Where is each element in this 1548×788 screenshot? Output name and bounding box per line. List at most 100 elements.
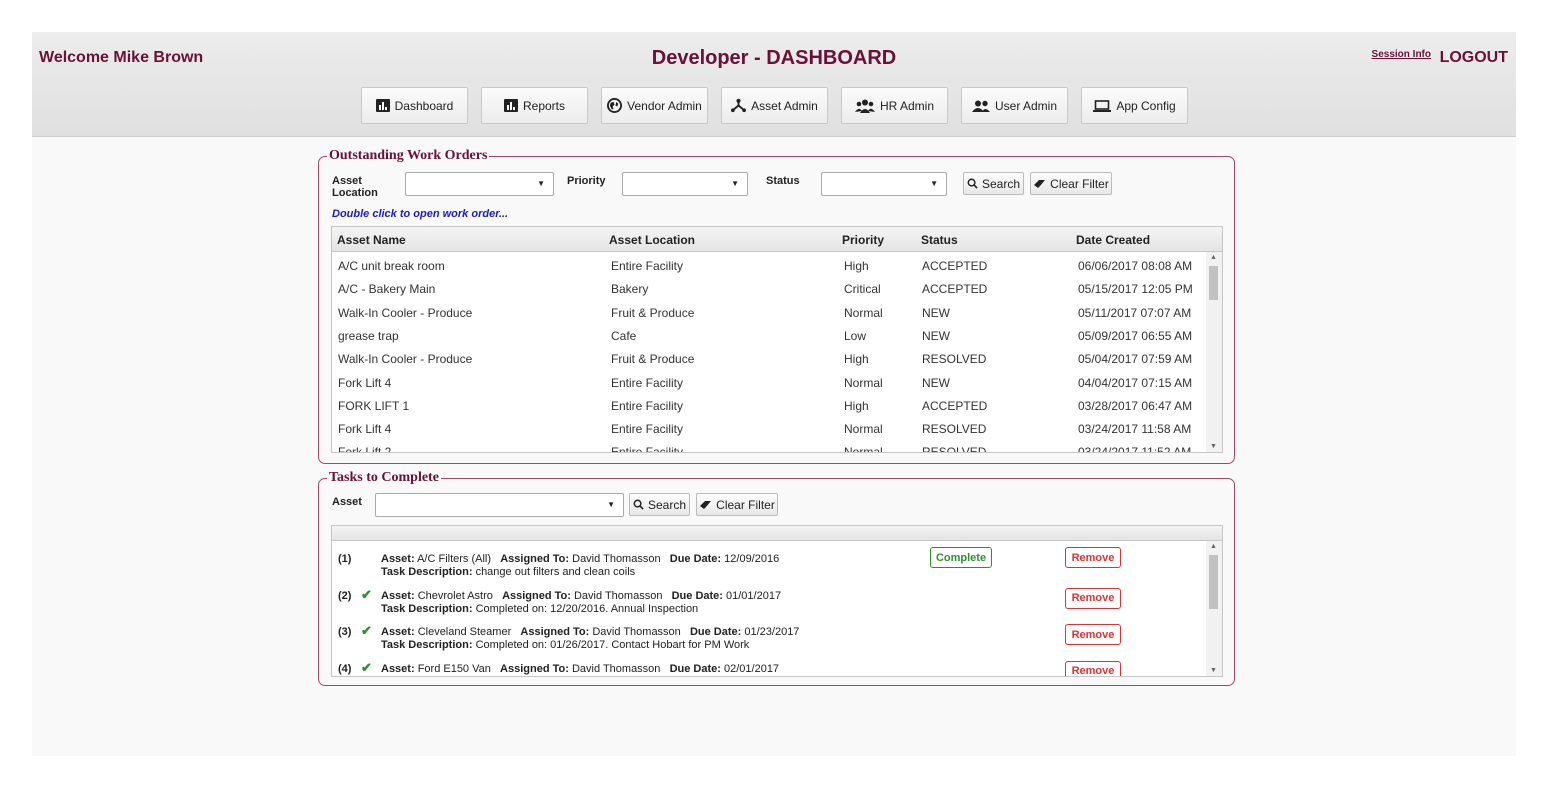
nav-user-admin-label: User Admin [994,98,1058,113]
task-description: Completed on: 01/26/2017. Contact Hobart… [475,639,750,651]
checkmark-icon: ✔ [361,659,372,675]
nav-hr-admin-button[interactable]: HR Admin [841,87,948,124]
scroll-thumb[interactable] [1209,266,1218,300]
chevron-down-icon: ▼ [731,179,739,188]
scroll-thumb[interactable] [1209,555,1218,609]
task-asset-select[interactable]: ▼ [375,493,624,517]
table-row[interactable]: grease trap Cafe Low NEW 05/09/2017 06:55 AM [332,324,1208,347]
scroll-down-icon[interactable]: ▼ [1210,443,1217,450]
logout-link[interactable]: LOGOUT [1440,49,1508,67]
remove-button[interactable]: Remove [1065,587,1121,609]
task-number: (1) [338,553,352,565]
table-row[interactable]: A/C unit break room Entire Facility High AC… [332,254,1208,277]
work-orders-search-button[interactable]: Search [963,172,1024,195]
work-orders-legend: Outstanding Work Orders [327,148,490,164]
cell-asset-location: Bakery [611,282,649,297]
tasks-list: (1) Asset: A/C Filters (All) Assigned To:… [331,525,1223,677]
status-label: Status [766,175,800,187]
task-description: Completed on: 12/20/2016. Annual Inspect… [475,602,699,615]
tasks-scrollbar[interactable]: ▲ ▼ [1206,541,1222,676]
nav-asset-admin-button[interactable]: Asset Admin [721,87,828,124]
nav-reports-label: Reports [522,98,566,113]
cell-date-created: 04/04/2017 07:15 AM [1078,375,1193,390]
nav-user-admin-button[interactable]: User Admin [961,87,1068,124]
task-assigned: David Thomasson [572,553,661,565]
tasks-panel: Tasks to Complete Asset ▼ Search Clear F… [318,470,1235,686]
cell-asset-location: Entire Facility [611,445,684,453]
table-row[interactable]: FORK LIFT 1 Entire Facility High ACCEPTED 03… [332,394,1208,417]
cell-asset-location: Entire Facility [611,259,684,273]
cell-priority: High [844,398,869,413]
status-select[interactable]: ▼ [821,172,947,196]
task-line-1: Asset: Ford E150 Van Assigned To: David … [381,663,779,675]
search-icon [967,178,978,189]
col-asset-name[interactable]: Asset Name [337,233,406,247]
nav-dashboard-button[interactable]: Dashboard [361,87,468,124]
task-asset: A/C Filters (All) [417,553,492,565]
cell-date-created: 03/24/2017 11:52 AM [1078,445,1192,453]
nav-app-config-button[interactable]: App Config [1081,87,1188,124]
col-date-created[interactable]: Date Created [1076,233,1150,247]
task-number: (3) [338,626,352,638]
table-row[interactable]: Fork Lift 4 Entire Facility Normal RESOLVED… [332,417,1208,440]
tasks-clear-filter-button[interactable]: Clear Filter [696,493,778,516]
cell-asset-name: Walk-In Cooler - Produce [338,305,473,320]
cell-asset-name: grease trap [338,328,399,343]
col-priority[interactable]: Priority [842,233,884,247]
eraser-icon [700,500,712,509]
nav-dashboard-label: Dashboard [394,98,454,113]
scroll-up-icon[interactable]: ▲ [1210,254,1217,261]
task-line-2: Task Description: change out filters and… [381,566,635,578]
cell-asset-name: A/C unit break room [338,259,445,273]
remove-button[interactable]: Remove [1065,660,1121,676]
scroll-down-icon[interactable]: ▼ [1210,667,1217,674]
col-status[interactable]: Status [921,233,958,247]
scroll-up-icon[interactable]: ▲ [1210,543,1217,550]
cell-date-created: 03/28/2017 06:47 AM [1078,398,1193,413]
work-orders-clear-filter-label: Clear Filter [1050,176,1109,191]
header: Welcome Mike Brown Developer - DASHBOARD… [32,32,1516,137]
table-row[interactable]: A/C - Bakery Main Bakery Critical ACCEPTED 0… [332,277,1208,300]
nav-vendor-admin-button[interactable]: Vendor Admin [601,87,708,124]
nav-asset-admin-label: Asset Admin [751,98,818,113]
chevron-down-icon: ▼ [537,179,545,188]
asset-location-select[interactable]: ▼ [405,172,554,196]
task-asset: Ford E150 Van [417,662,491,675]
priority-select[interactable]: ▼ [622,172,748,196]
table-row[interactable]: Fork Lift 2 Entire Facility Normal RESOLVED… [332,440,1208,453]
complete-button[interactable]: Complete [930,547,992,568]
work-orders-clear-filter-button[interactable]: Clear Filter [1030,172,1112,195]
nav-app-config-label: App Config [1116,98,1176,113]
work-orders-scrollbar[interactable]: ▲ ▼ [1206,252,1222,452]
task-asset: Chevrolet Astro [417,589,493,602]
double-click-hint: Double click to open work order... [332,208,509,220]
remove-button[interactable]: Remove [1065,624,1121,645]
col-asset-location[interactable]: Asset Location [609,233,695,247]
asset-field-label: Asset: [381,589,415,602]
due-field-label: Due Date: [669,553,722,565]
task-due-date: 01/23/2017 [744,626,800,638]
table-row[interactable]: Walk-In Cooler - Produce Fruit & Produce H… [332,347,1208,370]
session-info-link[interactable]: Session Info [1372,49,1431,60]
nav-reports-button[interactable]: Reports [481,87,588,124]
search-icon [633,499,644,510]
tasks-clear-filter-label: Clear Filter [716,497,775,512]
cell-status: NEW [922,328,950,343]
task-line-2: Task Description: Completed on: 01/30/20… [381,676,698,677]
asset-location-label-line1: Asset [332,175,362,187]
description-field-label: Task Description: [381,602,473,615]
cell-status: ACCEPTED [922,259,988,273]
cell-asset-name: A/C - Bakery Main [338,282,436,297]
bar-chart-icon [375,99,390,112]
work-orders-panel: Outstanding Work Orders Asset Location ▼… [318,148,1235,464]
task-number: (4) [338,662,352,675]
tasks-search-button[interactable]: Search [629,493,690,516]
remove-button[interactable]: Remove [1065,547,1121,568]
cell-asset-location: Entire Facility [611,422,684,437]
table-row[interactable]: Fork Lift 4 Entire Facility Normal NEW 04/04… [332,371,1208,394]
table-row[interactable]: Walk-In Cooler - Produce Fruit & Produce N… [332,301,1208,324]
tasks-search-label: Search [647,497,687,512]
cell-asset-name: Fork Lift 4 [338,375,392,390]
cell-date-created: 05/11/2017 07:07 AM [1078,305,1192,320]
cell-status: NEW [922,305,950,320]
